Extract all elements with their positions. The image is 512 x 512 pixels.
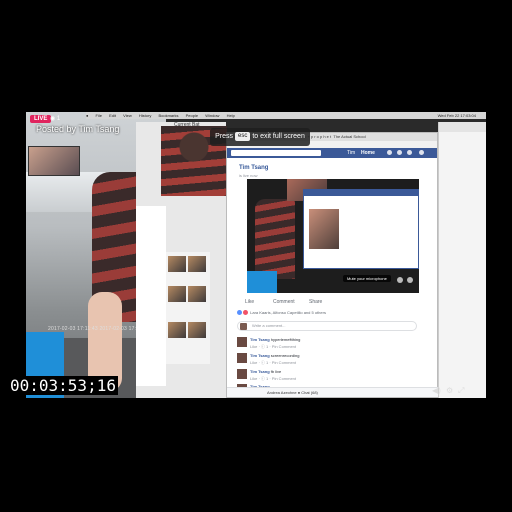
like-button[interactable]: Like bbox=[245, 299, 254, 305]
photo-tile[interactable] bbox=[188, 286, 206, 302]
profile-link[interactable]: Tim bbox=[347, 149, 355, 157]
reactions-summary[interactable]: Lara Kaaris, Alfonso Capetillo and 5 oth… bbox=[237, 310, 326, 316]
inner-blue-panel bbox=[247, 271, 277, 293]
photo-tile[interactable] bbox=[168, 286, 186, 302]
reactions-text: Lara Kaaris, Alfonso Capetillo and 5 oth… bbox=[250, 310, 326, 315]
current-label: Current Bat bbox=[174, 122, 200, 128]
settings-icon[interactable]: ⚙ bbox=[446, 386, 453, 395]
avatar[interactable] bbox=[237, 337, 247, 347]
bookmark-4[interactable]: The Actual School bbox=[333, 134, 365, 139]
menu-history[interactable]: History bbox=[139, 113, 151, 118]
menu-file[interactable]: File bbox=[96, 113, 102, 118]
timecode: 00:03:53;16 bbox=[8, 376, 118, 395]
facebook-search-input[interactable] bbox=[231, 150, 321, 156]
home-link[interactable]: Home bbox=[361, 149, 375, 157]
post-author[interactable]: Tim Tsang bbox=[239, 165, 268, 171]
friends-icon[interactable] bbox=[387, 150, 392, 155]
photo-tile[interactable] bbox=[188, 256, 206, 272]
menu-people[interactable]: People bbox=[186, 113, 198, 118]
comment-meta[interactable]: Like · ⓘ 1 · Pin Comment bbox=[250, 376, 296, 382]
comment-author[interactable]: Tim Tsang screenrecording bbox=[250, 353, 299, 358]
camera-thumbnail bbox=[28, 146, 80, 176]
right-window bbox=[438, 122, 486, 398]
help-icon[interactable] bbox=[419, 150, 424, 155]
expand-icon[interactable]: ⤢ bbox=[458, 386, 464, 396]
stage: LIVE ◉ 1 Posted by Tim Tsang 2017-02-03 … bbox=[0, 0, 512, 512]
video-frame[interactable]: LIVE ◉ 1 Posted by Tim Tsang 2017-02-03 … bbox=[26, 112, 486, 398]
comment-meta[interactable]: Like · ⓘ 1 · Pin Comment bbox=[250, 344, 296, 350]
volume-icon[interactable]: ◀) bbox=[432, 386, 441, 395]
menu-view[interactable]: View bbox=[123, 113, 132, 118]
photo-tile[interactable] bbox=[188, 322, 206, 338]
menu-bookmarks[interactable]: Bookmarks bbox=[158, 113, 178, 118]
menu-window[interactable]: Window bbox=[205, 113, 219, 118]
facebook-header: Tim Home bbox=[227, 148, 437, 158]
comment-button[interactable]: Comment bbox=[273, 299, 295, 305]
toast-suffix: to exit full screen bbox=[252, 133, 305, 140]
comment-item: Tim Tsang screenrecording Like · ⓘ 1 · P… bbox=[237, 352, 417, 368]
inner-screen-thumbnail bbox=[309, 209, 339, 249]
live-badge: LIVE bbox=[30, 115, 52, 123]
menu-edit[interactable]: Edit bbox=[109, 113, 116, 118]
post-actions: Like Comment Share bbox=[237, 297, 427, 307]
toast-prefix: Press bbox=[215, 133, 234, 140]
macos-menubar: ● File Edit View History Bookmarks Peopl… bbox=[86, 112, 486, 119]
post-subtitle: is live now bbox=[239, 173, 258, 178]
love-reaction-icon bbox=[243, 310, 248, 316]
menu-help[interactable]: Help bbox=[227, 113, 235, 118]
browser-window: Simplenote Rare Ashes Twin ge... m o n k… bbox=[226, 132, 439, 398]
comment-author[interactable]: Tim Tsang fb live bbox=[250, 369, 281, 374]
comment-author[interactable]: Tim Tsang hyperlemeftthing bbox=[250, 337, 300, 342]
avatar[interactable] bbox=[237, 369, 247, 379]
avatar[interactable] bbox=[237, 353, 247, 363]
posted-by-label: Posted by Tim Tsang bbox=[36, 124, 120, 134]
comment-item: Tim Tsang fb live Like · ⓘ 1 · Pin Comme… bbox=[237, 368, 417, 384]
comment-input[interactable]: Write a comment... bbox=[237, 321, 417, 331]
menubar-clock: Wed Feb 22 17:03:04 bbox=[437, 113, 476, 118]
chat-bar-text: Andrea Azeohne ● Chat (68) bbox=[267, 390, 318, 395]
photo-grid bbox=[166, 252, 210, 364]
share-button[interactable]: Share bbox=[309, 299, 322, 305]
notifications-icon[interactable] bbox=[407, 150, 412, 155]
mute-microphone-button[interactable]: Mute your microphone bbox=[343, 275, 391, 282]
settings-gear-icon[interactable] bbox=[397, 277, 403, 283]
viewer-count: ◉ 1 bbox=[50, 116, 61, 122]
like-reaction-icon bbox=[237, 310, 242, 316]
comment-item: Tim Tsang hyperlemeftthing Like · ⓘ 1 · … bbox=[237, 336, 417, 352]
photo-tile[interactable] bbox=[168, 322, 186, 338]
photo-tile[interactable] bbox=[168, 256, 186, 272]
comment-meta[interactable]: Like · ⓘ 1 · Pin Comment bbox=[250, 360, 296, 366]
exit-fullscreen-toast: Press esc to exit full screen bbox=[210, 128, 310, 146]
camera-timestamp: 2017-02-03 17:11:43 2017-02-03 17:11:43 bbox=[48, 326, 150, 332]
messages-icon[interactable] bbox=[397, 150, 402, 155]
comment-placeholder: Write a comment... bbox=[252, 323, 286, 328]
embedded-live-video[interactable]: Mute your microphone bbox=[247, 179, 419, 293]
esc-key: esc bbox=[235, 131, 251, 141]
middle-list bbox=[136, 206, 166, 386]
inner-person bbox=[255, 199, 295, 279]
apple-menu-icon[interactable]: ● bbox=[86, 113, 88, 118]
fullscreen-icon[interactable] bbox=[407, 277, 413, 283]
avatar bbox=[240, 323, 247, 330]
chat-bar[interactable]: Andrea Azeohne ● Chat (68) bbox=[227, 387, 439, 397]
